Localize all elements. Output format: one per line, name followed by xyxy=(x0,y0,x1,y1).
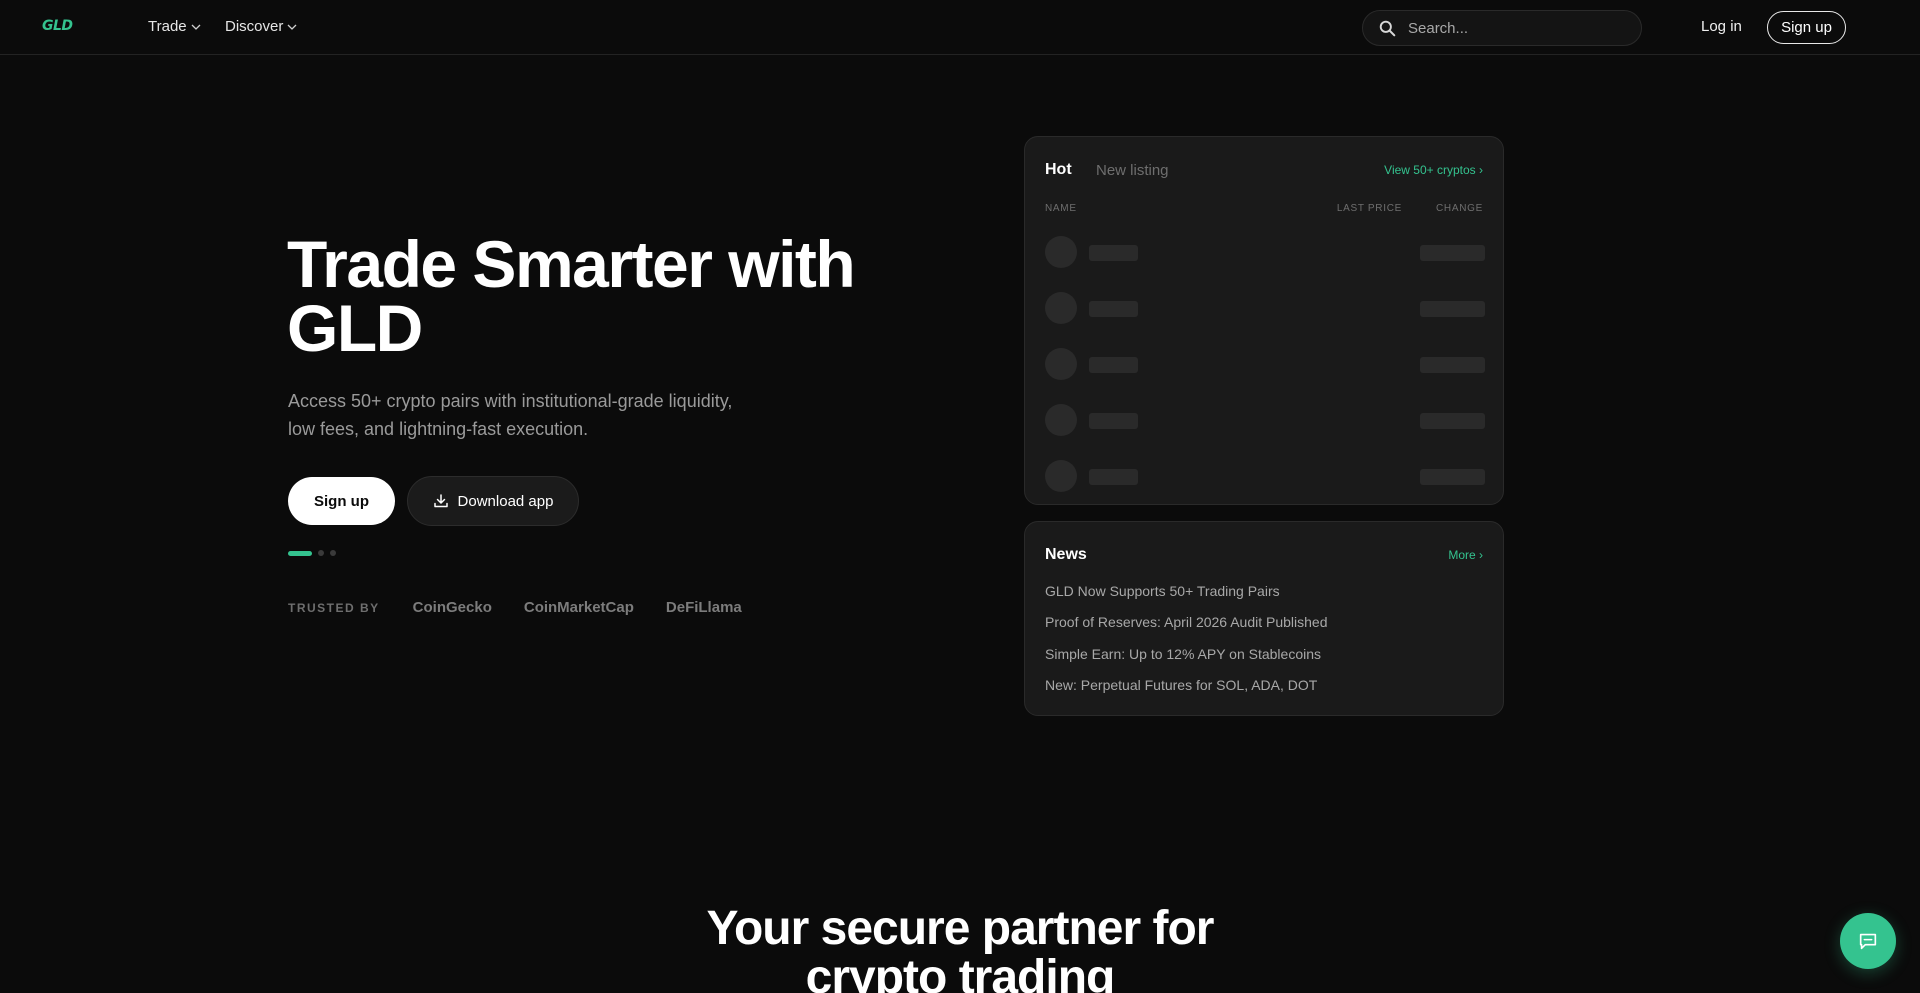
market-card: Hot New listing View 50+ cryptos › NAME … xyxy=(1024,136,1504,505)
search-icon xyxy=(1379,20,1396,36)
skeleton-name xyxy=(1089,357,1138,373)
skeleton-avatar xyxy=(1045,404,1077,436)
hero-subtitle-line2: low fees, and lightning-fast execution. xyxy=(288,419,589,439)
skeleton-change xyxy=(1420,413,1485,429)
download-icon xyxy=(433,494,448,508)
top-navbar: GLD Trade Discover Log in Sign up xyxy=(0,0,1920,55)
section-title: Your secure partner for crypto trading xyxy=(0,904,1920,993)
hero-subtitle: Access 50+ crypto pairs with institution… xyxy=(288,387,758,443)
hero-title-line2: GLD xyxy=(287,291,423,365)
column-header-last-price: LAST PRICE xyxy=(1336,203,1402,214)
trusted-by-row: TRUSTED BY CoinGecko CoinMarketCap DeFiL… xyxy=(288,599,774,616)
login-link[interactable]: Log in xyxy=(1701,18,1742,35)
skeleton-avatar xyxy=(1045,348,1077,380)
market-row-skeleton[interactable] xyxy=(1045,404,1485,438)
chat-icon xyxy=(1859,933,1877,950)
search-input[interactable] xyxy=(1408,19,1628,37)
chat-button[interactable] xyxy=(1840,913,1896,969)
signup-button-hero[interactable]: Sign up xyxy=(288,477,395,525)
search-box[interactable] xyxy=(1362,10,1642,46)
market-row-skeleton[interactable] xyxy=(1045,460,1485,494)
skeleton-change xyxy=(1420,469,1485,485)
news-item[interactable]: Proof of Reserves: April 2026 Audit Publ… xyxy=(1045,614,1328,630)
chevron-down-icon xyxy=(191,24,201,30)
news-item[interactable]: New: Perpetual Futures for SOL, ADA, DOT xyxy=(1045,677,1317,693)
news-item[interactable]: Simple Earn: Up to 12% APY on Stablecoin… xyxy=(1045,646,1321,662)
trusted-coinmarketcap: CoinMarketCap xyxy=(523,599,634,616)
trusted-defillama: DeFiLlama xyxy=(665,599,742,616)
skeleton-name xyxy=(1089,413,1138,429)
logo[interactable]: GLD xyxy=(42,18,73,34)
carousel-dot[interactable] xyxy=(318,550,324,556)
news-item[interactable]: GLD Now Supports 50+ Trading Pairs xyxy=(1045,583,1280,599)
download-app-label: Download app xyxy=(457,492,554,510)
skeleton-avatar xyxy=(1045,292,1077,324)
nav-discover-label: Discover xyxy=(225,18,284,35)
tab-hot[interactable]: Hot xyxy=(1045,161,1072,179)
trusted-coingecko: CoinGecko xyxy=(412,599,492,616)
market-row-skeleton[interactable] xyxy=(1045,348,1485,382)
hero-title-line1: Trade Smarter with xyxy=(287,227,856,301)
skeleton-change xyxy=(1420,301,1485,317)
market-row-skeleton[interactable] xyxy=(1045,292,1485,326)
skeleton-change xyxy=(1420,245,1485,261)
skeleton-avatar xyxy=(1045,236,1077,268)
carousel-dot[interactable] xyxy=(330,550,336,556)
nav-trade[interactable]: Trade xyxy=(148,18,201,35)
news-more-link[interactable]: More › xyxy=(1448,548,1483,562)
tab-new-listing[interactable]: New listing xyxy=(1096,162,1169,179)
trusted-by-label: TRUSTED BY xyxy=(288,600,380,615)
skeleton-avatar xyxy=(1045,460,1077,492)
section-title-line1: Your secure partner for xyxy=(706,902,1215,955)
carousel-indicator xyxy=(288,550,336,556)
hero-title: Trade Smarter with GLD xyxy=(287,227,907,365)
carousel-dot-active[interactable] xyxy=(288,550,312,556)
section-title-line2: crypto trading xyxy=(805,951,1116,993)
nav-discover[interactable]: Discover xyxy=(225,18,297,35)
column-header-change: CHANGE xyxy=(1436,203,1483,214)
signup-button-header[interactable]: Sign up xyxy=(1767,11,1846,44)
skeleton-name xyxy=(1089,301,1138,317)
view-all-cryptos-link[interactable]: View 50+ cryptos › xyxy=(1384,163,1483,177)
market-row-skeleton[interactable] xyxy=(1045,236,1485,270)
download-app-button[interactable]: Download app xyxy=(407,476,579,526)
news-card: News More › GLD Now Supports 50+ Trading… xyxy=(1024,521,1504,716)
chevron-down-icon xyxy=(287,24,297,30)
nav-trade-label: Trade xyxy=(148,18,187,35)
skeleton-change xyxy=(1420,357,1485,373)
column-header-name: NAME xyxy=(1045,203,1077,214)
skeleton-name xyxy=(1089,245,1138,261)
skeleton-name xyxy=(1089,469,1138,485)
news-title: News xyxy=(1045,546,1087,563)
hero-subtitle-line1: Access 50+ crypto pairs with institution… xyxy=(288,391,733,411)
